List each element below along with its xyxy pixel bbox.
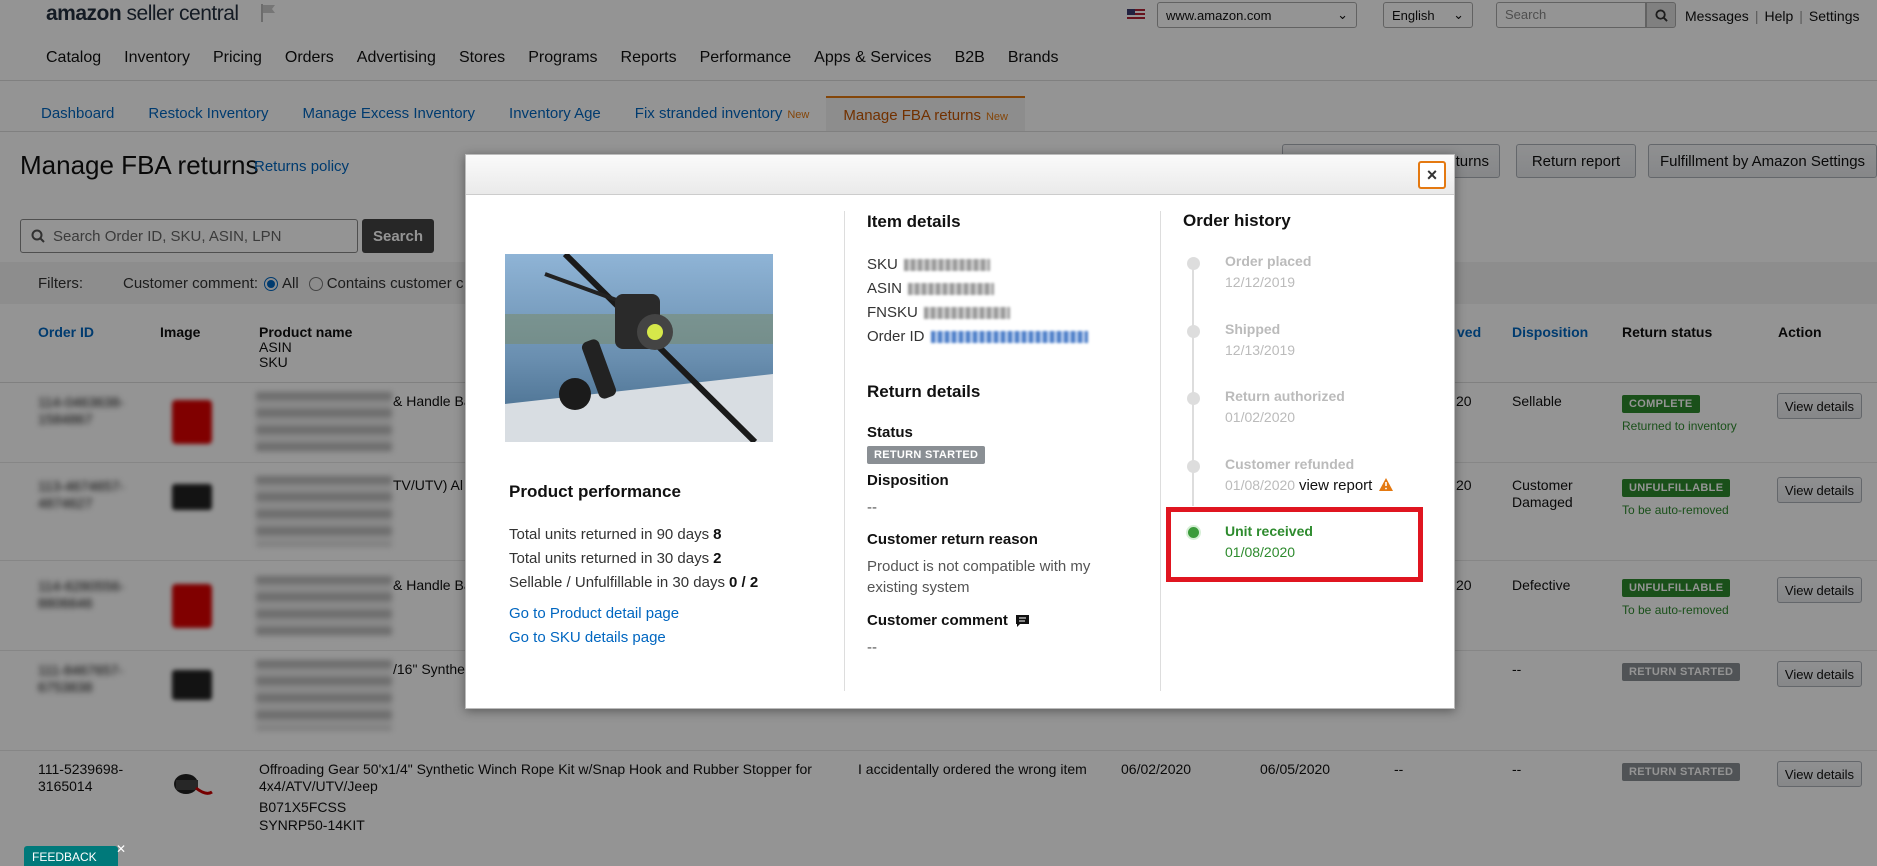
redacted-value — [908, 283, 995, 296]
units-30-days: Total units returned in 30 days 2 — [509, 550, 722, 567]
units-90-days: Total units returned in 90 days 8 — [509, 526, 722, 543]
timeline-dot — [1187, 392, 1200, 405]
product-detail-link[interactable]: Go to Product detail page — [509, 605, 679, 622]
event-date: 12/12/2019 — [1225, 274, 1296, 290]
return-details-modal: × Product performance Total units return… — [465, 154, 1455, 709]
item-details-title: Item details — [867, 212, 961, 231]
event-date-refund: 01/08/2020 view report — [1225, 477, 1394, 494]
event-title: Customer refunded — [1225, 456, 1355, 472]
redacted-value — [903, 259, 990, 272]
close-icon[interactable]: ✕ — [116, 842, 126, 856]
item-asin: ASIN — [867, 280, 995, 297]
return-reason-value: Product is not compatible with my existi… — [867, 558, 1091, 596]
warning-icon — [1379, 478, 1394, 491]
close-button[interactable]: × — [1418, 161, 1446, 189]
return-details-title: Return details — [867, 382, 981, 401]
highlight-annotation — [1166, 507, 1423, 582]
timeline-dot — [1187, 325, 1200, 338]
redacted-value — [923, 307, 1010, 320]
return-reason-label: Customer return reason — [867, 531, 1038, 548]
sku-details-link[interactable]: Go to SKU details page — [509, 629, 666, 646]
product-image — [505, 254, 773, 442]
order-id-link[interactable] — [930, 331, 1088, 344]
status-badge: RETURN STARTED — [867, 446, 986, 464]
event-title: Return authorized — [1225, 388, 1345, 404]
event-title: Order placed — [1225, 253, 1312, 269]
column-divider — [844, 211, 845, 691]
sellable-unfulfillable-30-days: Sellable / Unfulfillable in 30 days 0 / 2 — [509, 574, 759, 591]
item-order-id: Order ID — [867, 328, 1088, 345]
timeline-dot — [1187, 257, 1200, 270]
event-date: 01/02/2020 — [1225, 409, 1296, 425]
disposition-label: Disposition — [867, 472, 949, 489]
product-performance-title: Product performance — [509, 482, 681, 501]
modal-header — [466, 155, 1454, 195]
status-label: Status — [867, 424, 913, 441]
comment-icon — [1016, 615, 1030, 628]
disposition-value: -- — [867, 499, 877, 516]
view-report-link[interactable]: view report — [1299, 477, 1372, 494]
customer-comment-value: -- — [867, 639, 877, 656]
event-title: Shipped — [1225, 321, 1281, 337]
timeline-dot — [1187, 460, 1200, 473]
column-divider — [1160, 211, 1161, 691]
feedback-tab[interactable]: FEEDBACK ✕ — [24, 842, 126, 866]
order-history-title: Order history — [1183, 211, 1291, 230]
item-fnsku: FNSKU — [867, 304, 1010, 321]
item-sku: SKU — [867, 256, 990, 273]
customer-comment-label: Customer comment — [867, 612, 1030, 629]
event-date: 12/13/2019 — [1225, 342, 1296, 358]
